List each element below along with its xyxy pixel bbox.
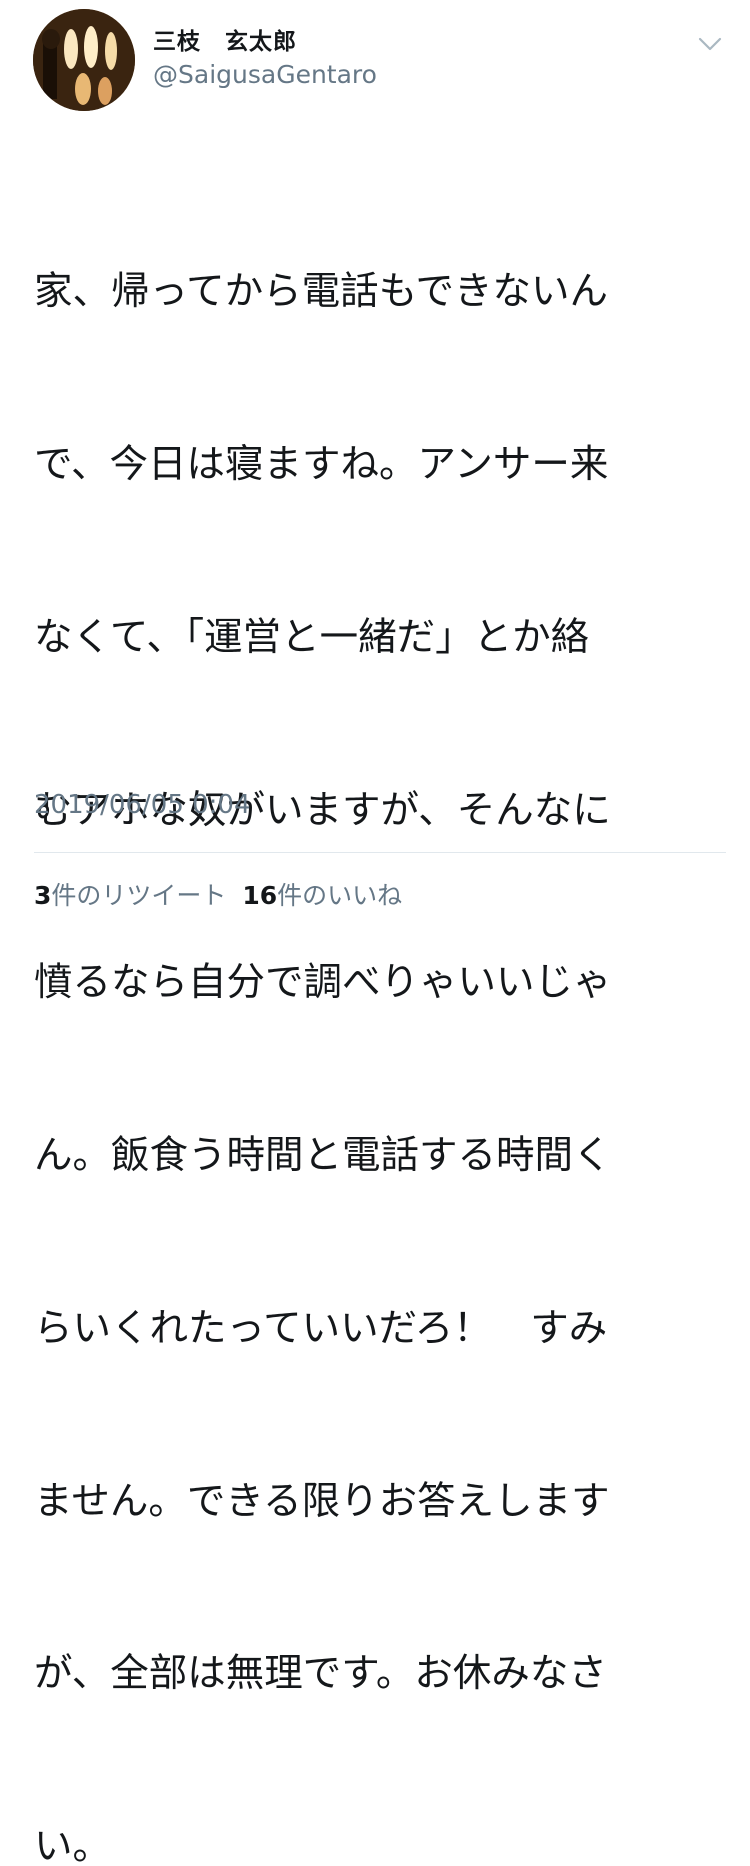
tweet-line: 家、帰ってから電話もできないん <box>34 269 609 315</box>
display-name[interactable]: 三枝 玄太郎 <box>153 22 297 56</box>
tweet-line: で、今日は寝ますね。アンサー来 <box>34 441 609 487</box>
tweet-line: らいくれたっていいだろ！ すみ <box>34 1305 608 1351</box>
tweet-line: が、全部は無理です。お休みなさ <box>34 1651 607 1697</box>
likes-count: 16 <box>242 881 278 910</box>
chevron-down-icon[interactable] <box>694 28 726 60</box>
divider <box>34 852 726 853</box>
retweets-label: 件のリツイート <box>51 881 227 910</box>
user-handle[interactable]: @SaigusaGentaro <box>153 60 377 89</box>
avatar[interactable] <box>33 9 135 111</box>
tweet-line: ません。できる限りお答えします <box>34 1478 610 1524</box>
profile-photo <box>33 9 135 111</box>
retweets-stat[interactable]: 3件のリツイート <box>34 881 226 910</box>
tweet-line: い。 <box>34 1824 112 1866</box>
tweet-text: 家、帰ってから電話もできないん で、今日は寝ますね。アンサー来 なくて、「運営と… <box>34 148 724 1866</box>
retweets-count: 3 <box>34 881 52 910</box>
tweet-line: なくて、「運営と一緒だ」とか絡 <box>34 614 590 660</box>
engagement-stats: 3件のリツイート 16件のいいね <box>34 876 402 912</box>
tweet-line: 憤るなら自分で調べりゃいいじゃ <box>34 960 612 1006</box>
tweet-line: ん。飯食う時間と電話する時間く <box>34 1133 612 1179</box>
tweet-timestamp[interactable]: 2019/06/05 0:04 <box>34 790 251 820</box>
likes-stat[interactable]: 16件のいいね <box>242 881 402 910</box>
likes-label: 件のいいね <box>277 881 403 910</box>
